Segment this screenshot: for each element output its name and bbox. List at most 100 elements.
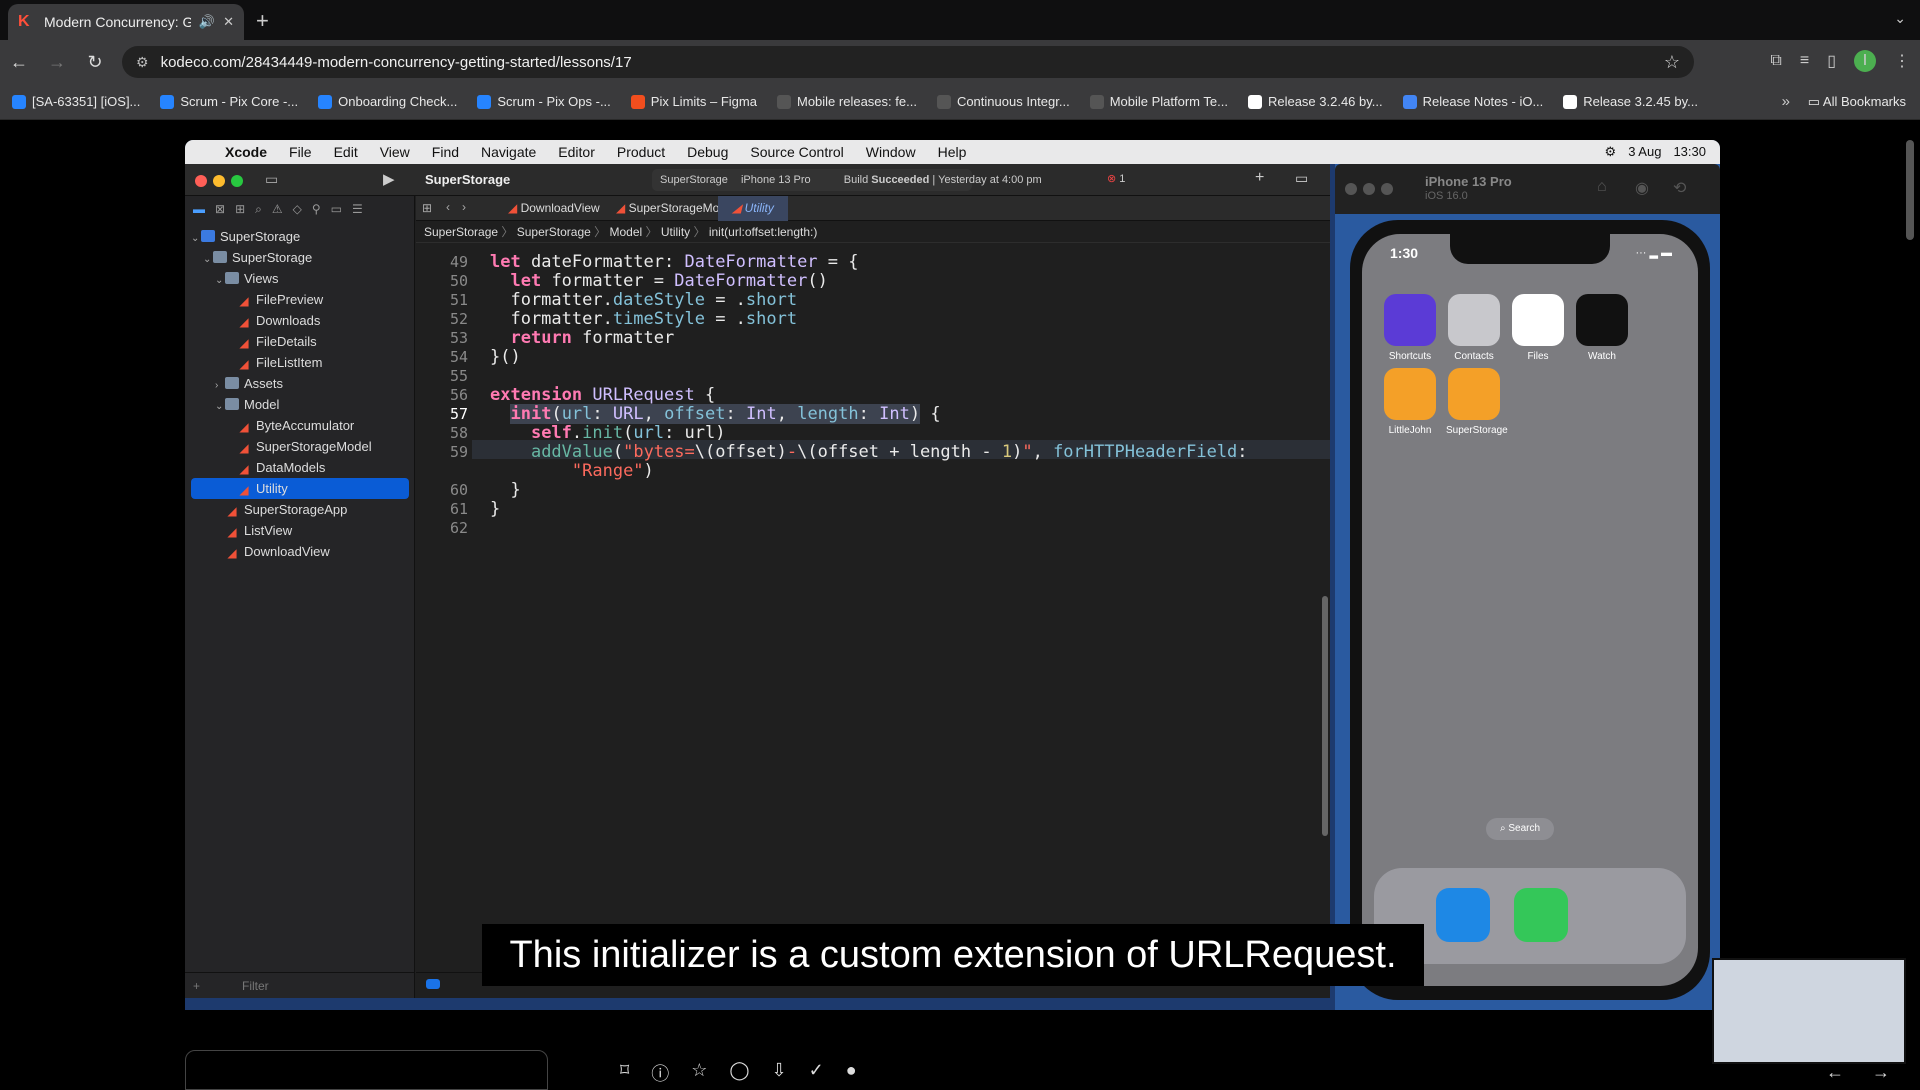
tab-search-chevron-icon[interactable]: ⌄	[1894, 10, 1906, 27]
profile-avatar[interactable]: I	[1854, 50, 1876, 72]
file-tree-label: DataModels	[256, 460, 326, 475]
swift-file-icon: ◢	[732, 201, 745, 215]
mac-menu-item: Source Control	[750, 144, 844, 160]
screenshot-icon: ◉	[1635, 180, 1649, 197]
code-line: init(url: URL, offset: Int, length: Int)…	[510, 404, 941, 424]
bookmark-item[interactable]: Release 3.2.45 by...	[1563, 94, 1698, 109]
error-count: 1	[1119, 173, 1126, 185]
code-area: 49 let dateFormatter: DateFormatter = {50…	[416, 244, 1330, 998]
new-tab-button[interactable]: +	[256, 8, 269, 34]
speaker-icon[interactable]: 🔊	[199, 14, 215, 30]
home-app: SuperStorage	[1446, 368, 1508, 436]
inspector-toggle-icon: ▭	[1295, 170, 1309, 186]
breadcrumb-separator-icon: 〉	[690, 225, 709, 239]
bookmark-favicon-icon	[318, 94, 333, 109]
all-bookmarks-button[interactable]: ▭ All Bookmarks	[1808, 94, 1906, 110]
breadcrumb-item: init(url:offset:length:)	[708, 225, 818, 239]
bookmark-item[interactable]: Release 3.2.46 by...	[1247, 94, 1383, 109]
swift-file-icon: ◢	[239, 294, 249, 308]
line-number: 61	[449, 500, 468, 518]
file-tree-row: ◢ SuperStorageModel	[185, 436, 415, 457]
media-controls-icon[interactable]: ≡	[1800, 52, 1809, 70]
bookmark-item[interactable]: [SA-63351] [iOS]...	[12, 94, 140, 109]
file-tree-row: ◢ ListView	[185, 520, 415, 541]
reload-button[interactable]: ↻	[76, 52, 114, 73]
github-icon[interactable]: ●	[846, 1060, 857, 1086]
swift-file-icon: ◢	[239, 441, 249, 455]
browser-toolbar: ← → ↻ ⚙ kodeco.com/28434449-modern-concu…	[0, 40, 1920, 84]
bookmark-icon[interactable]: ⌑	[620, 1060, 629, 1086]
messages-icon	[1514, 888, 1568, 942]
bookmarks-overflow-icon[interactable]: »	[1782, 93, 1790, 110]
bookmark-item[interactable]: Scrum - Pix Ops -...	[477, 94, 611, 109]
iphone-screen: 1:30 ··· ▂ ▬ Shortcuts Contacts Files Watch…	[1362, 234, 1698, 986]
extensions-icon[interactable]: ⧉	[1770, 52, 1781, 70]
forward-button[interactable]: →	[38, 52, 76, 73]
bookmark-favicon-icon	[1247, 94, 1262, 109]
file-tree-row: ◢ FilePreview	[185, 289, 415, 310]
bookmark-item[interactable]: Scrum - Pix Core -...	[160, 94, 298, 109]
home-app: LittleJohn	[1382, 368, 1438, 436]
home-app-label: SuperStorage	[1446, 425, 1508, 436]
url-text[interactable]: kodeco.com/28434449-modern-concurrency-g…	[161, 54, 1664, 71]
ios-simulator: iPhone 13 Pro iOS 16.0 ⌂ ◉ ⟲ 1:30 ··· ▂ …	[1335, 164, 1720, 1010]
back-button[interactable]: ←	[0, 52, 38, 73]
bookmark-item[interactable]: Continuous Integr...	[936, 94, 1070, 109]
swift-file-icon: ◢	[508, 201, 521, 215]
disclosure-icon: ⌄	[191, 233, 200, 244]
lesson-panel[interactable]	[185, 1050, 548, 1090]
address-bar[interactable]: ⚙ kodeco.com/28434449-modern-concurrency…	[122, 46, 1694, 78]
breadcrumb-separator-icon: 〉	[590, 225, 610, 239]
watch-app-icon	[1576, 294, 1628, 346]
file-tree: ⌄ SuperStorage ⌄ SuperStorage ⌄ Views ◢ FilePre…	[185, 226, 415, 562]
bookmark-favicon-icon	[1402, 94, 1417, 109]
line-number: 55	[449, 367, 468, 385]
complete-icon[interactable]: ✓	[809, 1060, 824, 1086]
star-icon[interactable]: ☆	[691, 1060, 707, 1086]
swift-file-icon: ◢	[227, 504, 237, 518]
download-icon[interactable]: ⇩	[772, 1060, 787, 1086]
bookmark-item[interactable]: Onboarding Check...	[318, 94, 457, 109]
bookmark-item[interactable]: Release Notes - iO...	[1402, 94, 1543, 109]
mac-menu-item: View	[379, 144, 410, 160]
shortcuts-app-icon	[1384, 294, 1436, 346]
swift-file-icon: ◢	[616, 201, 629, 215]
bookmark-label: Scrum - Pix Ops -...	[497, 94, 611, 109]
comment-icon[interactable]: ◯	[729, 1060, 749, 1086]
swift-file-icon: ◢	[239, 483, 249, 497]
bookmark-star-icon[interactable]: ☆	[1664, 52, 1680, 73]
close-tab-icon[interactable]: ✕	[223, 14, 234, 30]
side-panel-icon[interactable]: ▯	[1827, 51, 1836, 71]
breadcrumb-separator-icon: 〉	[498, 225, 517, 239]
debug-icon: ⚲	[311, 202, 321, 216]
report-icon: ☰	[352, 202, 363, 216]
bookmark-item[interactable]: Mobile releases: fe...	[776, 94, 917, 109]
editor-tab-label: Utility	[744, 201, 774, 215]
file-tree-label: Assets	[244, 376, 284, 391]
video-frame[interactable]: Xcode File Edit View Find Navigate Editor Produ…	[185, 140, 1720, 1010]
bookmark-label: Continuous Integr...	[956, 94, 1070, 109]
jump-bar: SuperStorage 〉 SuperStorage 〉 Model 〉 Ut…	[416, 221, 1330, 243]
file-tree-label: FilePreview	[256, 292, 324, 307]
more-menu-icon[interactable]: ⋮	[1894, 51, 1910, 71]
bookmark-item[interactable]: Mobile Platform Te...	[1089, 94, 1228, 109]
file-tree-row: ◢ SuperStorageApp	[185, 499, 415, 520]
littlejohn-app-icon	[1384, 368, 1436, 420]
code-line: let formatter = DateFormatter()	[510, 271, 828, 291]
browser-tab[interactable]: K Modern Concurrency: Ge 🔊 ✕	[8, 4, 244, 40]
file-tree-label: Views	[244, 271, 279, 286]
page-scrollbar[interactable]	[1906, 140, 1914, 240]
xcode-toolbar: ▭ ▶ SuperStorage SuperStorage iPhone 13 …	[185, 164, 1330, 196]
file-tree-row: ◢ ByteAccumulator	[185, 415, 415, 436]
device-name: iPhone 13 Pro	[740, 174, 811, 186]
add-icon: +	[1255, 169, 1265, 186]
code-line: formatter.timeStyle = .short	[490, 309, 798, 329]
bookmark-item[interactable]: Pix Limits – Figma	[630, 94, 757, 109]
sidebar-toggle-icon: ▭	[265, 171, 279, 187]
file-tree-label: DownloadView	[244, 544, 330, 559]
info-icon[interactable]: ⓘ	[651, 1060, 669, 1086]
site-info-icon[interactable]: ⚙	[136, 54, 149, 71]
iphone-notch	[1450, 234, 1610, 264]
all-bookmarks-label: All Bookmarks	[1822, 94, 1906, 109]
folder-icon	[213, 251, 227, 263]
